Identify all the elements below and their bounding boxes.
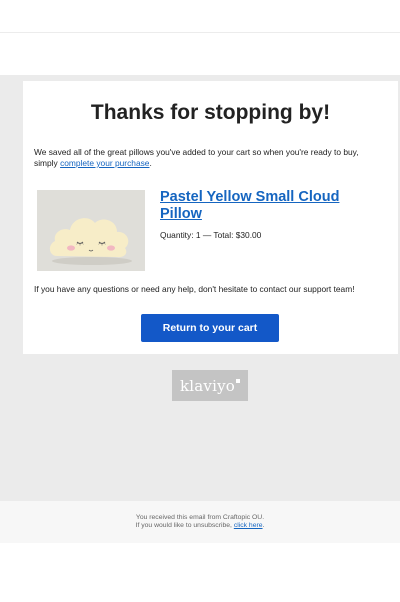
klaviyo-flag-icon [236,379,240,383]
footer-text: You received this email from Craftopic O… [0,514,400,530]
complete-purchase-link[interactable]: complete your purchase [60,158,149,168]
unsubscribe-link[interactable]: click here [234,522,263,529]
klaviyo-logo-text: klaviyo [179,376,235,395]
footer-line-unsubscribe: If you would like to unsubscribe, click … [0,522,400,530]
product-quantity-total: Quantity: 1 — Total: $30.00 [160,230,262,240]
footer-line-sender: You received this email from Craftopic O… [135,514,265,521]
intro-end: . [149,158,152,168]
return-to-cart-button[interactable]: Return to your cart [141,314,279,342]
klaviyo-logo-icon[interactable]: klaviyo [172,370,248,401]
support-text: If you have any questions or need any he… [34,284,355,294]
top-bar [0,0,400,33]
intro-paragraph: We saved all of the great pillows you've… [34,147,384,169]
email-footer: You received this email from Craftopic O… [0,501,400,543]
unsubscribe-end: . [262,522,265,529]
email-heading: Thanks for stopping by! [90,101,331,124]
product-image[interactable] [37,190,145,271]
email-card: Thanks for stopping by! We saved all of … [23,81,398,354]
product-title-link[interactable]: Pastel Yellow Small Cloud Pillow [160,189,380,223]
cloud-pillow-icon [37,190,145,271]
unsubscribe-text: If you would like to unsubscribe, [135,522,234,529]
